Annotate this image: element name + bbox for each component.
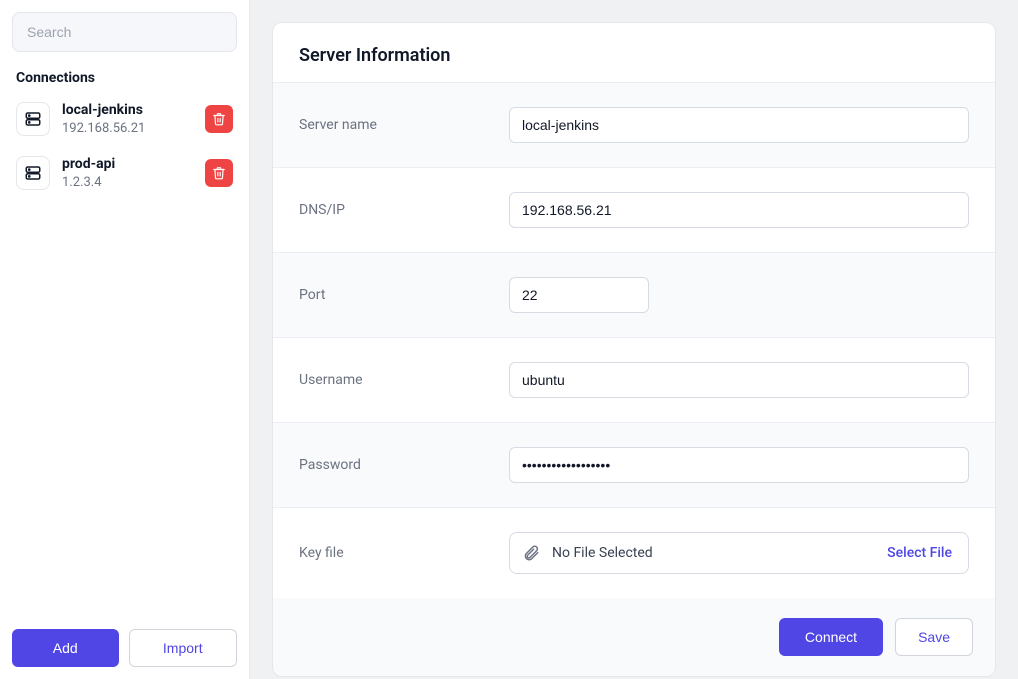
label-host: DNS/IP <box>299 202 509 218</box>
label-server-name: Server name <box>299 117 509 133</box>
add-button[interactable]: Add <box>12 629 119 667</box>
connection-text: local-jenkins 192.168.56.21 <box>62 102 193 136</box>
connection-host: 192.168.56.21 <box>62 121 193 136</box>
server-icon <box>16 102 50 136</box>
label-password: Password <box>299 457 509 473</box>
keyfile-status: No File Selected <box>552 545 875 561</box>
sidebar: Connections local-jenkins 192.168.56.21 <box>0 0 250 679</box>
connection-host: 1.2.3.4 <box>62 175 193 190</box>
form-row-password: Password <box>273 423 995 508</box>
main-panel: Server Information Server name DNS/IP Po… <box>250 0 1018 679</box>
server-info-card: Server Information Server name DNS/IP Po… <box>272 22 996 677</box>
connection-name: local-jenkins <box>62 102 193 119</box>
connection-row[interactable]: prod-api 1.2.3.4 <box>12 150 237 196</box>
port-input[interactable] <box>509 277 649 313</box>
password-input[interactable] <box>509 447 969 483</box>
connection-row[interactable]: local-jenkins 192.168.56.21 <box>12 96 237 142</box>
server-icon <box>16 156 50 190</box>
server-name-input[interactable] <box>509 107 969 143</box>
username-input[interactable] <box>509 362 969 398</box>
label-port: Port <box>299 287 509 303</box>
connections-heading: Connections <box>16 70 237 86</box>
form-row-port: Port <box>273 253 995 338</box>
form-row-server-name: Server name <box>273 83 995 168</box>
save-button[interactable]: Save <box>895 618 973 656</box>
connect-button[interactable]: Connect <box>779 618 883 656</box>
keyfile-picker[interactable]: No File Selected Select File <box>509 532 969 574</box>
form-row-host: DNS/IP <box>273 168 995 253</box>
form-row-keyfile: Key file No File Selected Select File <box>273 508 995 598</box>
card-footer: Connect Save <box>273 598 995 676</box>
label-username: Username <box>299 372 509 388</box>
label-keyfile: Key file <box>299 545 509 561</box>
sidebar-actions: Add Import <box>12 629 237 667</box>
trash-icon <box>212 112 226 126</box>
delete-connection-button[interactable] <box>205 159 233 187</box>
search-input[interactable] <box>12 12 237 52</box>
import-button[interactable]: Import <box>129 629 238 667</box>
connection-text: prod-api 1.2.3.4 <box>62 156 193 190</box>
delete-connection-button[interactable] <box>205 105 233 133</box>
host-input[interactable] <box>509 192 969 228</box>
connection-name: prod-api <box>62 156 193 173</box>
select-file-link[interactable]: Select File <box>887 545 952 561</box>
trash-icon <box>212 166 226 180</box>
form-row-username: Username <box>273 338 995 423</box>
attachment-icon <box>522 544 540 562</box>
card-title: Server Information <box>273 23 995 83</box>
